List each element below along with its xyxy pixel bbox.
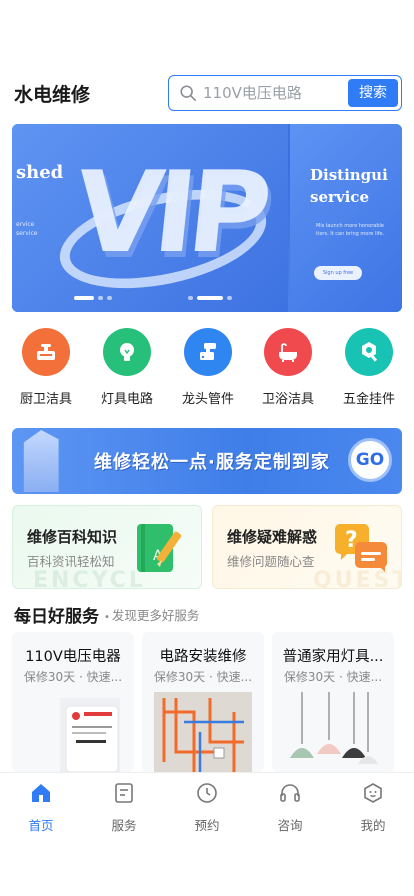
headset-icon xyxy=(280,784,300,802)
banner-left-desc: ervice service xyxy=(16,221,38,237)
card-watermark: ENCYCL xyxy=(33,568,146,589)
category-grid: 厨卫洁具 灯具电路 龙头管件 卫浴洁具 五金挂件 xyxy=(0,328,414,410)
bottom-tab-bar: 首页 服务 预约 咨询 我的 xyxy=(0,772,414,834)
category-taps-pipes[interactable]: 龙头管件 xyxy=(172,328,244,407)
banner-signup-button[interactable]: Sign up free xyxy=(314,266,362,280)
card-subtitle: 维修问题随心查 xyxy=(227,554,315,569)
service-card[interactable]: 电路安装维修 保修30天 · 快速... xyxy=(142,632,264,772)
faq-card[interactable]: QUESTIO 维修疑难解惑 维修问题随心查 ? xyxy=(212,505,402,589)
tab-home[interactable]: 首页 xyxy=(11,781,71,834)
category-label: 灯具电路 xyxy=(100,392,153,407)
banner-side-title: Distingui service xyxy=(310,164,388,208)
service-card[interactable]: 普通家用灯具... 保修30天 · 快速... xyxy=(272,632,394,772)
service-title: 110V电压电器 xyxy=(25,649,121,665)
banner-side-desc: Mis launch more honorable tiers. It can … xyxy=(316,223,385,237)
profile-icon xyxy=(364,783,382,803)
category-lighting[interactable]: 灯具电路 xyxy=(91,328,163,407)
promo-banner-carousel[interactable]: shed ervice service VIP Distingui servic… xyxy=(12,124,402,312)
banner-side-title-line1: Distingui xyxy=(310,166,388,184)
encyclopedia-card[interactable]: ENCYCL 维修百科知识 百科资讯轻松知 A xyxy=(12,505,202,589)
service-subtitle: 保修30天 · 快速... xyxy=(23,670,123,684)
card-subtitle: 百科资讯轻松知 xyxy=(27,554,115,569)
tab-label: 首页 xyxy=(28,818,54,833)
bathtub-icon xyxy=(264,328,312,376)
banner-pagination[interactable] xyxy=(188,296,236,312)
category-hardware[interactable]: 五金挂件 xyxy=(333,328,405,407)
pendant-lamps-image xyxy=(284,692,382,772)
search-bar[interactable]: 搜索 xyxy=(168,75,402,111)
tab-booking[interactable]: 预约 xyxy=(177,781,237,834)
tab-label: 预约 xyxy=(194,818,220,833)
card-title: 维修百科知识 xyxy=(27,528,118,546)
banner-dots-left xyxy=(74,296,116,312)
service-card[interactable]: 110V电压电器 保修30天 · 快速... xyxy=(12,632,134,772)
book-pencil-icon: A xyxy=(137,524,182,572)
promo-slogan: 维修轻松一点·服务定制到家 xyxy=(94,452,330,473)
section-subtitle: 发现更多好服务 xyxy=(111,608,200,623)
category-label: 五金挂件 xyxy=(342,392,395,407)
section-more-link[interactable]: • 发现更多好服务 xyxy=(104,605,199,624)
faucet-box-icon xyxy=(22,328,70,376)
tab-consult[interactable]: 咨询 xyxy=(260,781,320,834)
banner-slide-vip[interactable]: shed ervice service VIP xyxy=(12,124,288,312)
tab-label: 我的 xyxy=(360,818,386,833)
list-icon xyxy=(115,783,133,803)
section-title: 每日好服务 xyxy=(14,607,99,627)
question-bubble-icon: ? xyxy=(335,524,387,572)
search-input[interactable] xyxy=(203,82,343,104)
tab-profile[interactable]: 我的 xyxy=(343,781,403,834)
page-title: 水电维修 xyxy=(14,84,91,106)
tab-label: 咨询 xyxy=(277,818,303,833)
category-label: 厨卫洁具 xyxy=(19,392,72,407)
service-title: 普通家用灯具... xyxy=(282,649,384,665)
bulb-icon xyxy=(103,328,151,376)
banner-side-title-line2: service xyxy=(310,188,369,206)
bolt-nut-icon xyxy=(345,328,393,376)
tab-service[interactable]: 服务 xyxy=(94,781,154,834)
service-subtitle: 保修30天 · 快速... xyxy=(153,670,253,684)
go-button[interactable]: GO xyxy=(348,438,392,482)
custom-service-banner[interactable]: 维修轻松一点·服务定制到家 GO xyxy=(12,428,402,494)
header: 水电维修 搜索 xyxy=(0,70,414,118)
tab-label: 服务 xyxy=(111,818,137,833)
category-kitchen-bath[interactable]: 厨卫洁具 xyxy=(10,328,82,407)
banner-left-word: shed xyxy=(16,162,64,183)
card-title: 维修疑难解惑 xyxy=(227,528,318,546)
search-icon xyxy=(180,85,197,102)
home-icon xyxy=(32,784,50,802)
transformer-image xyxy=(24,692,122,772)
clock-icon xyxy=(197,783,217,803)
service-title: 电路安装维修 xyxy=(159,649,247,665)
category-label: 卫浴洁具 xyxy=(261,392,314,407)
building-illustration xyxy=(23,430,59,492)
wiring-image xyxy=(154,692,252,772)
category-label: 龙头管件 xyxy=(181,392,234,407)
search-button[interactable]: 搜索 xyxy=(348,79,398,107)
service-subtitle: 保修30天 · 快速... xyxy=(283,670,383,684)
banner-slide-next[interactable]: Distingui service Mis launch more honora… xyxy=(290,124,402,312)
bullet-dot: • xyxy=(104,612,110,623)
tap-icon xyxy=(184,328,232,376)
vip-graphic: VIP xyxy=(69,148,270,278)
category-sanitary[interactable]: 卫浴洁具 xyxy=(252,328,324,407)
